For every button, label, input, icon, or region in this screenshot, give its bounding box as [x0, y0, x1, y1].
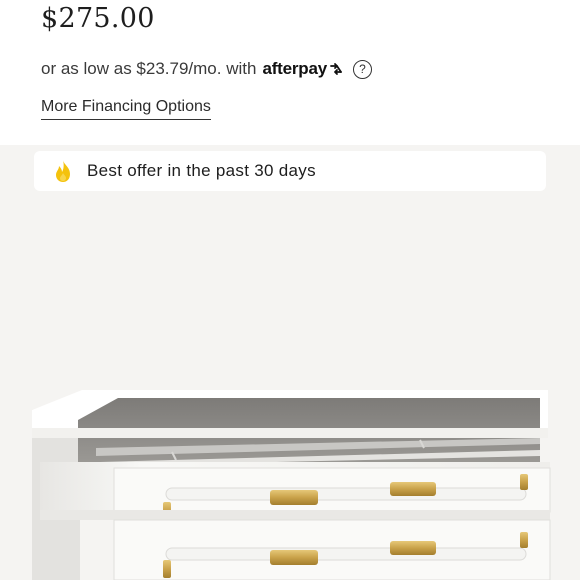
afterpay-wordmark: afterpay [262, 59, 327, 78]
product-image-jewelry-box [0, 200, 580, 580]
afterpay-logo: afterpay [262, 59, 344, 79]
flame-icon [56, 160, 70, 182]
afterpay-arrows-icon [330, 63, 342, 75]
more-financing-options-link[interactable]: More Financing Options [41, 98, 211, 120]
installment-text: or as low as $23.79/mo. with [41, 59, 257, 78]
installment-row: or as low as $23.79/mo. with afterpay ? [41, 56, 372, 82]
product-price: $275.00 [41, 3, 155, 34]
afterpay-help-button[interactable]: ? [353, 59, 372, 79]
best-offer-text: Best offer in the past 30 days [87, 161, 316, 180]
best-offer-banner: Best offer in the past 30 days [34, 151, 546, 191]
